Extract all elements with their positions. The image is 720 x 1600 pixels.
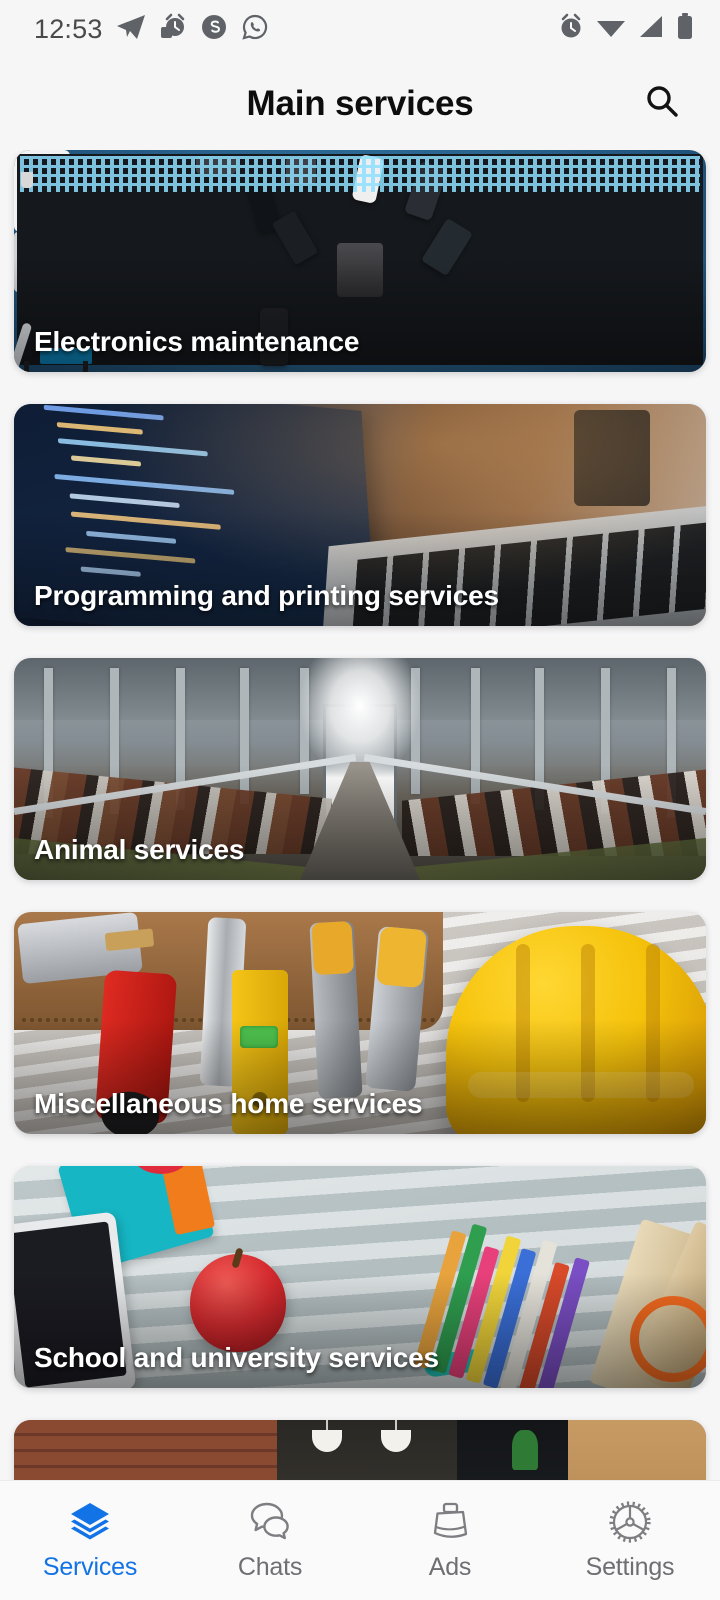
service-card-partial[interactable] <box>14 1420 706 1480</box>
wifi-icon <box>596 15 626 44</box>
services-list[interactable]: Electronics maintenance Programming and … <box>0 150 720 1480</box>
service-card-label: Electronics maintenance <box>34 326 360 357</box>
nav-item-services[interactable]: Services <box>0 1499 180 1582</box>
telegram-icon <box>116 14 146 45</box>
service-card-animal-services[interactable]: Animal services <box>14 658 706 880</box>
status-bar-clock: 12:53 <box>34 13 103 44</box>
service-card-label: Animal services <box>34 834 245 865</box>
service-card-label: Miscellaneous home services <box>34 1088 423 1119</box>
card-artwork <box>14 1420 706 1480</box>
nav-item-label: Services <box>42 1553 138 1581</box>
service-card-miscellaneous-home-services[interactable]: Miscellaneous home services <box>14 912 706 1134</box>
search-icon <box>642 82 682 127</box>
nav-item-settings[interactable]: Settings <box>540 1499 720 1582</box>
service-card-school-and-university-services[interactable]: School and university services <box>14 1166 706 1388</box>
layers-icon <box>67 1499 113 1545</box>
nav-item-chats[interactable]: Chats <box>180 1499 360 1582</box>
status-bar-right <box>557 13 694 46</box>
skype-icon <box>200 13 228 46</box>
service-card-programming-and-printing-services[interactable]: Programming and printing services <box>14 404 706 626</box>
cellular-signal-icon <box>637 15 665 44</box>
status-bar-left: 12:53 <box>34 13 269 46</box>
nav-item-ads[interactable]: Ads <box>360 1499 540 1582</box>
chat-bubbles-icon <box>246 1499 294 1545</box>
app-bar: Main services <box>0 58 720 150</box>
battery-icon <box>676 13 694 45</box>
app-screen: 12:53 Main services Electronics maintena… <box>0 0 720 1600</box>
search-button[interactable] <box>634 76 690 132</box>
status-bar: 12:53 <box>0 0 720 58</box>
service-card-label: Programming and printing services <box>34 580 499 611</box>
nav-item-label: Settings <box>585 1553 675 1581</box>
briefcase-icon <box>428 1499 472 1545</box>
bottom-navigation-bar: Services Chats Ads Settings <box>0 1480 720 1600</box>
service-card-label: School and university services <box>34 1342 439 1373</box>
nav-item-label: Chats <box>237 1553 303 1581</box>
page-title: Main services <box>246 84 474 123</box>
alarm-notification-icon <box>159 13 187 46</box>
service-card-electronics-maintenance[interactable]: Electronics maintenance <box>14 150 706 372</box>
nav-item-label: Ads <box>428 1553 472 1581</box>
whatsapp-icon <box>241 13 269 46</box>
gear-icon <box>607 1499 653 1545</box>
alarm-icon <box>557 13 585 46</box>
